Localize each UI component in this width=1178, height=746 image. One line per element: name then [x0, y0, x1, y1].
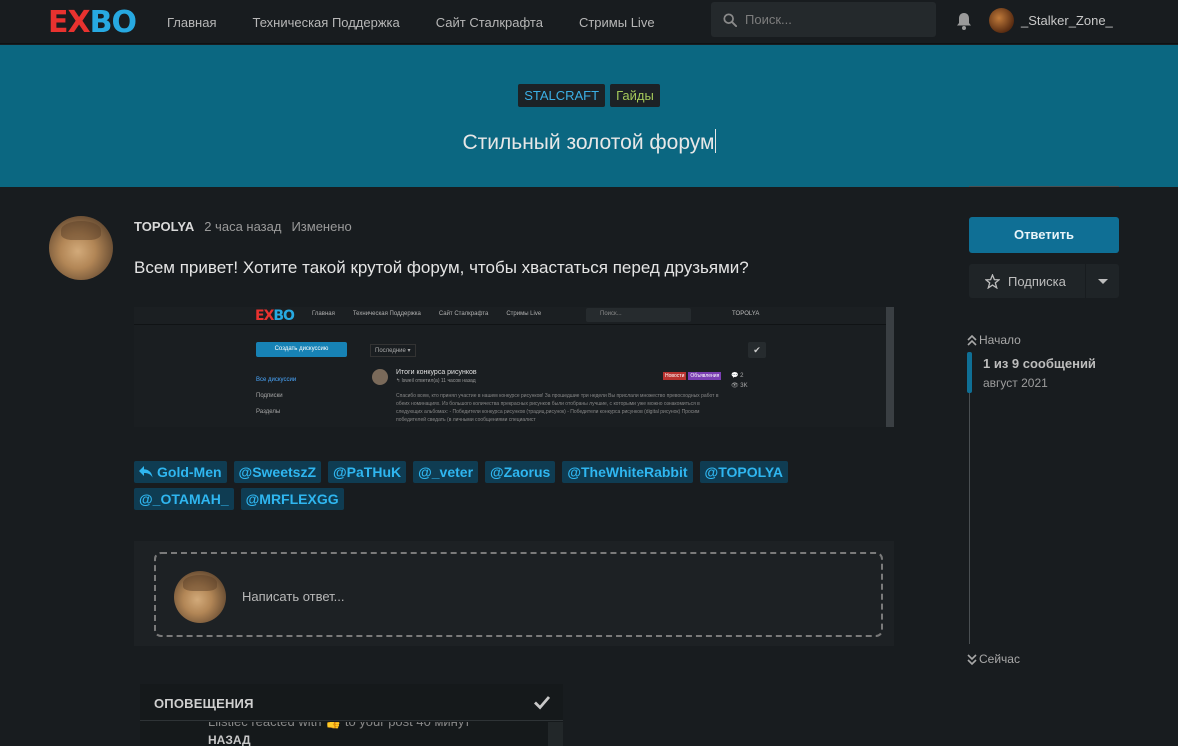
embed-sidebar-item: Все дискуссии [256, 377, 297, 383]
user-avatar[interactable] [989, 8, 1014, 33]
timeline-end-label: Сейчас [979, 652, 1020, 666]
notification-time: НАЗАД [208, 733, 251, 746]
reply-icon [139, 466, 153, 478]
embed-badges: Новости Объявления [663, 372, 722, 380]
embed-sort: Последние ▾ [370, 344, 416, 357]
subscribe-label: Подписка [1008, 273, 1066, 289]
notifications-title: ОПОВЕЩЕНИЯ [154, 696, 254, 711]
notifications-panel: ОПОВЕЩЕНИЯ Lilstiec reacted with 👍 to yo… [140, 684, 563, 746]
discussion-title[interactable]: Стильный золотой форум [0, 129, 1178, 155]
embed-nav-item: Техническая Поддержка [352, 311, 421, 317]
notifications-header: ОПОВЕЩЕНИЯ [140, 684, 563, 721]
mention[interactable]: @_veter [413, 461, 479, 483]
timeline-start[interactable]: Начало [967, 333, 1021, 347]
embed-nav-item: Главная [312, 311, 335, 317]
tag-guides[interactable]: Гайды [610, 84, 660, 107]
embed-search: Поиск... [586, 308, 691, 322]
mention[interactable]: @TOPOLYA [699, 461, 789, 483]
logo-x: X [67, 4, 91, 40]
discussion-title-text: Стильный золотой форум [462, 131, 715, 154]
reply-section: Написать ответ... [134, 541, 894, 646]
post-author-avatar[interactable] [49, 216, 113, 280]
mark-read-check-icon[interactable] [533, 693, 551, 711]
embed-nav-item: Стримы Live [506, 311, 542, 317]
discussion-hero: STALCRAFT Гайды Стильный золотой форум [0, 45, 1178, 187]
exbo-logo[interactable]: E X BO [48, 4, 137, 40]
logo-e: E [48, 4, 68, 40]
subscribe-button[interactable]: Подписка [969, 264, 1085, 298]
embed-thread-avatar [372, 369, 388, 385]
reply-composer[interactable]: Написать ответ... [154, 552, 883, 637]
timeline-track[interactable] [969, 352, 970, 644]
timeline-end[interactable]: Сейчас [967, 652, 1020, 666]
embed-replies: 2 [740, 373, 744, 379]
timeline-handle[interactable] [967, 352, 972, 393]
embed-logo: EXBO [255, 308, 295, 324]
embed-sidebar-item: Подписки [256, 393, 283, 399]
search-box[interactable] [711, 2, 936, 37]
mention[interactable]: @MRFLEXGG [240, 488, 344, 510]
mention[interactable]: @Zaorus [485, 461, 556, 483]
embed-user: TOPOLYA [732, 311, 760, 317]
embed-nav-item: Сайт Сталкрафта [438, 311, 489, 317]
timeline-date: август 2021 [983, 376, 1048, 390]
notifications-scrollbar[interactable] [548, 722, 563, 746]
search-icon [723, 12, 737, 27]
mention[interactable]: @TheWhiteRabbit [562, 461, 693, 483]
double-chevron-down-icon [967, 653, 977, 665]
post-meta: TOPOLYA 2 часа назад Изменено [134, 219, 352, 234]
nav-support[interactable]: Техническая Поддержка [252, 15, 399, 30]
bell-icon[interactable] [956, 12, 972, 30]
mention[interactable]: @SweetszZ [233, 461, 321, 483]
embed-thread-text: Спасибо всем, кто принял участие в нашем… [396, 393, 719, 423]
embed-badge: Новости [663, 372, 687, 380]
top-navbar: E X BO Главная Техническая Поддержка Сайт … [0, 0, 1178, 44]
embed-views: 3K [740, 383, 748, 389]
post-image[interactable]: EXBO Главная Техническая Поддержка Сайт … [134, 307, 894, 427]
notification-item[interactable]: Lilstiec reacted with 👍 to your post 40 … [140, 722, 548, 746]
embed-badge: Объявления [688, 372, 722, 380]
star-icon [985, 273, 1000, 289]
embed-stats: 💬 2 👁 3K [731, 373, 748, 389]
double-chevron-up-icon [967, 334, 977, 346]
tag-stalcraft[interactable]: STALCRAFT [518, 84, 606, 107]
notification-text: Lilstiec reacted with 👍 to your post 40 … [208, 722, 470, 730]
mention-reply[interactable]: Gold-Men [134, 461, 227, 483]
reply-button[interactable]: Ответить [969, 217, 1119, 253]
embed-logo-blue: BO [273, 308, 295, 324]
nav-streams[interactable]: Стримы Live [579, 15, 655, 30]
logo-bo: BO [89, 4, 137, 40]
post-author[interactable]: TOPOLYA [134, 219, 194, 234]
sidebar-divider [969, 186, 1119, 187]
post-mentions: Gold-Men @SweetszZ @PaTHuK @_veter @Zaor… [134, 461, 854, 510]
user-name[interactable]: _Stalker_Zone_ [1021, 13, 1113, 28]
embed-sidebar-item: Разделы [256, 409, 281, 415]
nav-home[interactable]: Главная [167, 15, 216, 30]
reply-avatar [174, 571, 226, 623]
post-edited[interactable]: Изменено [291, 219, 351, 234]
mention[interactable]: @PaTHuK [328, 461, 407, 483]
search-input[interactable] [745, 12, 925, 27]
mention[interactable]: @_OTAMAH_ [134, 488, 234, 510]
text-caret [714, 129, 716, 153]
timeline-start-label: Начало [979, 333, 1021, 347]
discussion-tags: STALCRAFT Гайды [0, 84, 1178, 107]
subscribe-dropdown-button[interactable] [1085, 264, 1119, 298]
mention-label: Gold-Men [157, 464, 222, 480]
main-nav: Главная Техническая Поддержка Сайт Сталк… [167, 0, 691, 44]
embed-nav: Главная Техническая Поддержка Сайт Сталк… [312, 311, 541, 317]
embed-sidebar: Все дискуссии Подписки Разделы [256, 372, 296, 420]
embed-create-button: Создать дискуссию [256, 342, 347, 357]
post-body: Всем привет! Хотите такой крутой форум, … [134, 258, 749, 277]
embed-check-icon: ✔ [748, 342, 766, 358]
nav-stalcraft-site[interactable]: Сайт Сталкрафта [436, 15, 543, 30]
embed-logo-red: EX [255, 308, 274, 324]
timeline-count: 1 из 9 сообщений [983, 356, 1096, 371]
post-time[interactable]: 2 часа назад [204, 219, 281, 234]
embed-scrollbar [886, 307, 894, 427]
reply-placeholder[interactable]: Написать ответ... [242, 589, 345, 604]
